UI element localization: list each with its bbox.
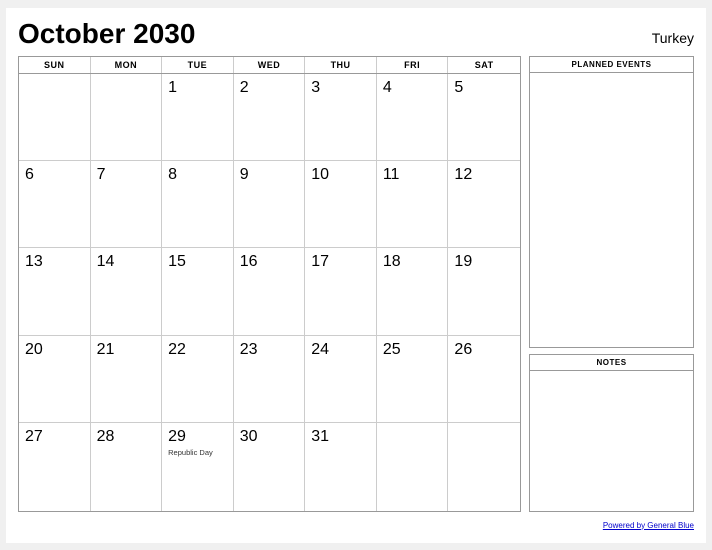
cell-day-number: 9 — [240, 165, 299, 184]
calendar-cell: 3 — [305, 74, 377, 161]
cell-day-number: 29 — [168, 427, 227, 446]
calendar-cell: 14 — [91, 248, 163, 335]
cell-day-number: 19 — [454, 252, 514, 271]
calendar-cell — [377, 423, 449, 510]
cell-event-label: Republic Day — [168, 448, 227, 457]
cell-day-number: 2 — [240, 78, 299, 97]
cell-day-number: 16 — [240, 252, 299, 271]
cell-day-number: 13 — [25, 252, 84, 271]
calendar-cell: 16 — [234, 248, 306, 335]
calendar-cell — [19, 74, 91, 161]
calendar-cell: 1 — [162, 74, 234, 161]
day-headers: SUN MON TUE WED THU FRI SAT — [19, 57, 520, 74]
day-thu: THU — [305, 57, 377, 73]
cell-day-number: 25 — [383, 340, 442, 359]
day-tue: TUE — [162, 57, 234, 73]
calendar-cell: 26 — [448, 336, 520, 423]
calendar-cell: 25 — [377, 336, 449, 423]
calendar-cell: 22 — [162, 336, 234, 423]
cell-day-number: 14 — [97, 252, 156, 271]
cell-day-number: 21 — [97, 340, 156, 359]
cell-day-number: 10 — [311, 165, 370, 184]
calendar-cell: 10 — [305, 161, 377, 248]
cell-day-number: 7 — [97, 165, 156, 184]
planned-events-title: PLANNED EVENTS — [530, 57, 693, 73]
calendar-cell: 15 — [162, 248, 234, 335]
day-sun: SUN — [19, 57, 91, 73]
powered-by-link[interactable]: Powered by General Blue — [603, 521, 694, 530]
cell-day-number: 15 — [168, 252, 227, 271]
planned-events-box: PLANNED EVENTS — [529, 56, 694, 348]
month-title: October 2030 — [18, 18, 195, 50]
cell-day-number: 22 — [168, 340, 227, 359]
cell-day-number: 27 — [25, 427, 84, 446]
calendar-cell: 19 — [448, 248, 520, 335]
calendar-cell: 18 — [377, 248, 449, 335]
cell-day-number: 26 — [454, 340, 514, 359]
header: October 2030 Turkey — [18, 18, 694, 50]
calendar-cell: 27 — [19, 423, 91, 510]
calendar-cell: 13 — [19, 248, 91, 335]
calendar-cell: 5 — [448, 74, 520, 161]
calendar-cell: 2 — [234, 74, 306, 161]
day-sat: SAT — [448, 57, 520, 73]
calendar-cell: 29 Republic Day — [162, 423, 234, 510]
main-area: SUN MON TUE WED THU FRI SAT 123456789101… — [18, 56, 694, 512]
planned-events-content — [530, 73, 693, 347]
calendar-cell: 7 — [91, 161, 163, 248]
cell-day-number: 11 — [383, 165, 442, 184]
calendar-cell: 23 — [234, 336, 306, 423]
cell-day-number: 23 — [240, 340, 299, 359]
day-wed: WED — [234, 57, 306, 73]
cell-day-number: 12 — [454, 165, 514, 184]
cell-day-number: 31 — [311, 427, 370, 446]
calendar-cell: 30 — [234, 423, 306, 510]
day-mon: MON — [91, 57, 163, 73]
calendar-cell: 20 — [19, 336, 91, 423]
calendar-grid: 1234567891011121314151617181920212223242… — [19, 74, 520, 511]
calendar-cell: 17 — [305, 248, 377, 335]
notes-title: NOTES — [530, 355, 693, 371]
cell-day-number: 5 — [454, 78, 514, 97]
calendar-cell: 28 — [91, 423, 163, 510]
cell-day-number: 1 — [168, 78, 227, 97]
calendar-cell: 24 — [305, 336, 377, 423]
calendar-cell: 12 — [448, 161, 520, 248]
cell-day-number: 30 — [240, 427, 299, 446]
notes-box: NOTES — [529, 354, 694, 512]
cell-day-number: 28 — [97, 427, 156, 446]
calendar-cell — [91, 74, 163, 161]
calendar-page: October 2030 Turkey SUN MON TUE WED THU … — [6, 8, 706, 543]
cell-day-number: 17 — [311, 252, 370, 271]
calendar-cell: 9 — [234, 161, 306, 248]
calendar-cell: 6 — [19, 161, 91, 248]
footer: Powered by General Blue — [18, 515, 694, 533]
calendar-cell: 21 — [91, 336, 163, 423]
cell-day-number: 18 — [383, 252, 442, 271]
calendar-cell: 8 — [162, 161, 234, 248]
right-section: PLANNED EVENTS NOTES — [529, 56, 694, 512]
cell-day-number: 24 — [311, 340, 370, 359]
calendar-cell: 11 — [377, 161, 449, 248]
cell-day-number: 6 — [25, 165, 84, 184]
notes-content — [530, 371, 693, 511]
day-fri: FRI — [377, 57, 449, 73]
cell-day-number: 8 — [168, 165, 227, 184]
calendar-section: SUN MON TUE WED THU FRI SAT 123456789101… — [18, 56, 521, 512]
cell-day-number: 3 — [311, 78, 370, 97]
cell-day-number: 4 — [383, 78, 442, 97]
calendar-cell: 31 — [305, 423, 377, 510]
calendar-cell — [448, 423, 520, 510]
calendar-cell: 4 — [377, 74, 449, 161]
cell-day-number: 20 — [25, 340, 84, 359]
country-title: Turkey — [652, 30, 694, 46]
